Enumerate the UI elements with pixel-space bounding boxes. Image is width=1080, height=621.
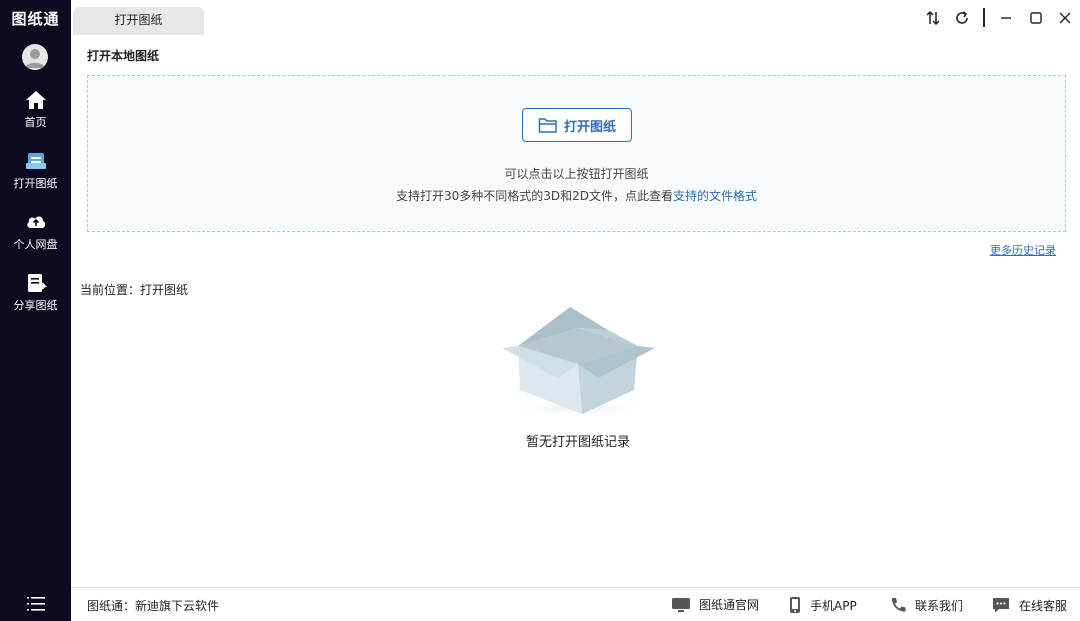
app-logo: 图纸通 bbox=[11, 10, 60, 28]
share-icon bbox=[27, 274, 47, 292]
empty-state-text: 暂无打开图纸记录 bbox=[525, 435, 630, 450]
sort-icon bbox=[926, 10, 940, 26]
format-hint-text: 支持打开30多种不同格式的3D和2D文件，点此查看 bbox=[395, 189, 673, 203]
mobile-app-link[interactable]: 手机APP bbox=[788, 596, 857, 614]
close-icon bbox=[1059, 12, 1071, 24]
maximize-button[interactable] bbox=[1026, 8, 1046, 28]
refresh-button[interactable] bbox=[952, 8, 972, 28]
more-history-link[interactable]: 更多历史记录 bbox=[990, 242, 1056, 258]
sort-button[interactable] bbox=[923, 8, 943, 28]
drop-zone[interactable]: 打开图纸 可以点击以上按钮打开图纸 支持打开30多种不同格式的3D和2D文件，点… bbox=[87, 75, 1066, 232]
telephone-icon bbox=[891, 598, 906, 612]
sidebar-item-home[interactable]: 首页 bbox=[0, 90, 71, 130]
sidebar-item-label: 个人网盘 bbox=[13, 238, 58, 251]
minimize-icon bbox=[1001, 17, 1011, 19]
sidebar-item-open-drawing[interactable]: 打开图纸 bbox=[0, 151, 71, 191]
hint-text: 可以点击以上按钮打开图纸 bbox=[504, 167, 649, 181]
chat-icon bbox=[993, 598, 1009, 613]
sidebar-item-share[interactable]: 分享图纸 bbox=[0, 273, 71, 313]
official-site-label: 图纸通官网 bbox=[699, 598, 760, 612]
contact-us-link[interactable]: 联系我们 bbox=[889, 596, 963, 614]
user-icon bbox=[25, 49, 45, 68]
contact-us-label: 联系我们 bbox=[915, 598, 964, 613]
cloud-icon bbox=[26, 216, 45, 228]
avatar[interactable] bbox=[22, 44, 48, 70]
open-drawing-icon bbox=[25, 153, 46, 169]
sidebar-item-label: 打开图纸 bbox=[13, 177, 58, 190]
folder-icon bbox=[538, 117, 557, 133]
footer-brand-text: 图纸通：新迪旗下云软件 bbox=[87, 599, 220, 613]
home-icon bbox=[25, 91, 46, 109]
official-site-link[interactable]: 图纸通官网 bbox=[671, 596, 759, 613]
minimize-button[interactable] bbox=[996, 8, 1016, 28]
supported-formats-link[interactable]: 支持的文件格式 bbox=[673, 189, 757, 203]
menu-button[interactable] bbox=[26, 595, 46, 613]
section-title: 打开本地图纸 bbox=[87, 49, 160, 63]
breadcrumb: 当前位置：打开图纸 bbox=[80, 283, 189, 297]
monitor-icon bbox=[672, 597, 690, 612]
empty-box-illustration bbox=[502, 307, 655, 416]
open-drawing-button[interactable]: 打开图纸 bbox=[522, 108, 632, 142]
sidebar-item-label: 首页 bbox=[24, 116, 47, 129]
phone-icon bbox=[790, 597, 800, 613]
open-drawing-button-label: 打开图纸 bbox=[563, 119, 616, 135]
maximize-icon bbox=[1030, 12, 1042, 24]
footer: 图纸通：新迪旗下云软件 图纸通官网 手机APP 联系我们 在线客服 bbox=[71, 587, 1080, 621]
sidebar-item-cloud-drive[interactable]: 个人网盘 bbox=[0, 212, 71, 252]
online-service-label: 在线客服 bbox=[1019, 598, 1068, 613]
sidebar-item-label: 分享图纸 bbox=[13, 299, 58, 312]
refresh-icon bbox=[956, 11, 968, 24]
menu-icon bbox=[27, 597, 45, 611]
sidebar: 图纸通 首页 打开图纸 个人网盘 分享图纸 bbox=[0, 0, 71, 621]
mobile-app-label: 手机APP bbox=[810, 598, 857, 613]
online-service-link[interactable]: 在线客服 bbox=[991, 596, 1067, 614]
close-button[interactable] bbox=[1055, 8, 1075, 28]
tab-open-drawing[interactable]: 打开图纸 bbox=[73, 7, 204, 35]
format-hint: 支持打开30多种不同格式的3D和2D文件，点此查看支持的文件格式 bbox=[88, 187, 1065, 204]
divider bbox=[983, 8, 985, 27]
